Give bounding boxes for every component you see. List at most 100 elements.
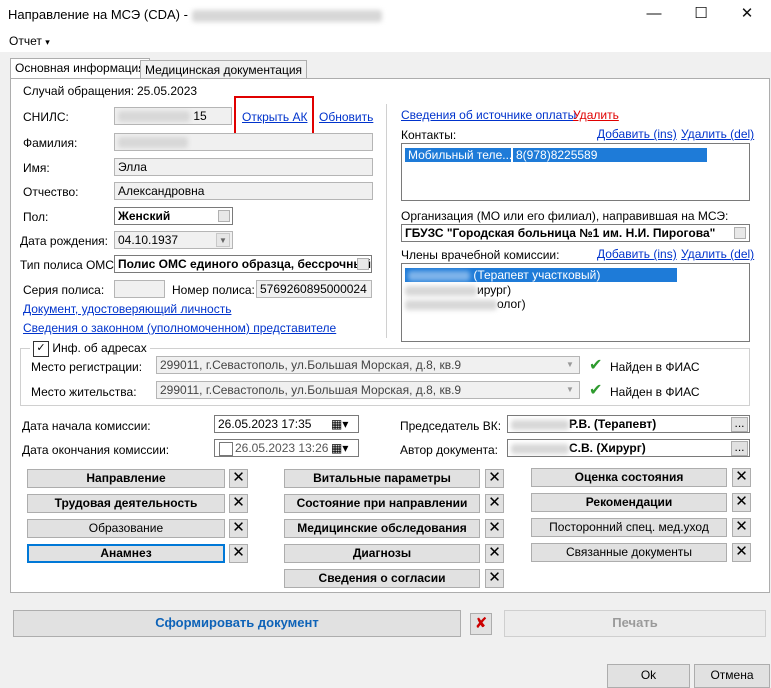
org-field[interactable]: ГБУЗС "Городская больница №1 им. Н.И. Пи… xyxy=(401,224,750,242)
commission-members-label: Члены врачебной комиссии: xyxy=(401,248,560,262)
redacted-snils xyxy=(118,111,190,123)
birth-label: Дата рождения: xyxy=(20,234,108,248)
generate-document-button[interactable]: Сформировать документ xyxy=(13,610,461,637)
close-icon[interactable]: ✕ xyxy=(732,468,751,487)
registration-field[interactable]: 299011, г.Севастополь, ул.Большая Морска… xyxy=(156,356,580,374)
menu-report[interactable]: Отчет ▾ xyxy=(9,34,50,48)
redacted-title xyxy=(191,9,382,22)
section-vitals-button[interactable]: Витальные параметры xyxy=(284,469,480,488)
close-icon[interactable]: ✕ xyxy=(229,494,248,513)
member-row[interactable]: олог) xyxy=(405,297,526,311)
gender-field[interactable]: Женский xyxy=(114,207,233,225)
org-label: Организация (МО или его филиал), направи… xyxy=(401,209,729,223)
section-direction-button[interactable]: Направление xyxy=(27,469,225,488)
ok-button[interactable]: Ok xyxy=(607,664,690,688)
close-icon[interactable]: ✕ xyxy=(229,519,248,538)
maximize-button[interactable]: ☐ xyxy=(678,0,724,30)
tab-main-info[interactable]: Основная информация xyxy=(10,58,150,79)
middlename-field[interactable]: Александровна xyxy=(114,182,373,200)
close-icon[interactable]: ✕ xyxy=(229,544,248,563)
snils-field[interactable]: 15 xyxy=(114,107,232,125)
members-delete-link[interactable]: Удалить (del) xyxy=(681,247,754,261)
calendar-icon[interactable]: ▦▾ xyxy=(331,417,348,431)
residence-field[interactable]: 299011, г.Севастополь, ул.Большая Морска… xyxy=(156,381,580,399)
close-icon[interactable]: ✕ xyxy=(732,543,751,562)
chevron-down-icon[interactable]: ▼ xyxy=(566,385,574,394)
firstname-field[interactable]: Элла xyxy=(114,158,373,176)
print-button[interactable]: Печать xyxy=(504,610,766,637)
lastname-field[interactable] xyxy=(114,133,373,151)
section-recommendations-button[interactable]: Рекомендации xyxy=(531,493,727,512)
close-icon[interactable]: ✕ xyxy=(485,519,504,538)
chair-picker-button[interactable]: ... xyxy=(731,417,748,432)
minimize-button[interactable]: — xyxy=(631,0,677,30)
section-consent-button[interactable]: Сведения о согласии xyxy=(284,569,480,588)
delete-document-icon[interactable]: ✘ xyxy=(470,613,492,635)
address-group-label: Инф. об адресах xyxy=(52,341,147,356)
address-group-header: ✓ Инф. об адресах xyxy=(30,341,150,357)
residence-label: Место жительства: xyxy=(31,385,137,399)
calendar-dropdown-icon[interactable]: ▼ xyxy=(216,233,230,247)
window-title: Направление на МСЭ (CDA) - xyxy=(8,7,382,22)
contact-type-cell[interactable]: Мобильный теле... xyxy=(405,148,511,162)
member-row[interactable]: (Терапевт участковый) xyxy=(405,268,677,282)
close-button[interactable]: ✕ xyxy=(724,0,770,30)
section-related-docs-button[interactable]: Связанные документы xyxy=(531,543,727,562)
policy-series-field[interactable] xyxy=(114,280,165,298)
section-diagnoses-button[interactable]: Диагнозы xyxy=(284,544,480,563)
author-picker-button[interactable]: ... xyxy=(731,441,748,456)
section-care-button[interactable]: Посторонний спец. мед.уход xyxy=(531,518,727,537)
close-icon[interactable]: ✕ xyxy=(485,494,504,513)
policy-type-field[interactable]: Полис ОМС единого образца, бессрочный xyxy=(114,255,372,273)
contact-value-cell[interactable]: 8(978)8225589 xyxy=(513,148,707,162)
policy-number-field[interactable]: 5769260895000024 xyxy=(256,280,372,298)
end-date-checkbox[interactable] xyxy=(219,442,233,456)
gender-picker-button[interactable] xyxy=(218,210,230,222)
section-assessment-button[interactable]: Оценка состояния xyxy=(531,468,727,487)
policy-type-picker-button[interactable] xyxy=(357,258,369,270)
redacted-lastname xyxy=(118,137,188,149)
section-education-button[interactable]: Образование xyxy=(27,519,225,538)
chevron-down-icon: ▾ xyxy=(45,37,50,47)
lastname-label: Фамилия: xyxy=(23,136,78,150)
section-anamnesis-button[interactable]: Анамнез xyxy=(27,544,225,563)
calendar-icon[interactable]: ▦▾ xyxy=(331,441,348,455)
policy-series-label: Серия полиса: xyxy=(23,283,105,297)
redacted-author xyxy=(511,443,569,454)
cancel-button[interactable]: Отмена xyxy=(694,664,770,688)
close-icon[interactable]: ✕ xyxy=(732,493,751,512)
close-icon[interactable]: ✕ xyxy=(485,544,504,563)
org-picker-button[interactable] xyxy=(734,227,746,239)
section-condition-button[interactable]: Состояние при направлении xyxy=(284,494,480,513)
author-field[interactable]: С.В. (Хирург) xyxy=(507,439,750,457)
column-divider xyxy=(386,104,387,338)
chair-field[interactable]: Р.В. (Терапевт) xyxy=(507,415,750,433)
case-label: Случай обращения: xyxy=(23,84,135,98)
middlename-label: Отчество: xyxy=(23,185,79,199)
close-icon[interactable]: ✕ xyxy=(732,518,751,537)
address-checkbox[interactable]: ✓ xyxy=(33,341,49,357)
refresh-link[interactable]: Обновить xyxy=(319,110,373,124)
contacts-delete-link[interactable]: Удалить (del) xyxy=(681,127,754,141)
payment-source-link[interactable]: Сведения об источнике оплаты xyxy=(401,108,576,122)
close-icon[interactable]: ✕ xyxy=(229,469,248,488)
contacts-add-link[interactable]: Добавить (ins) xyxy=(597,127,677,141)
id-document-link[interactable]: Документ, удостоверяющий личность xyxy=(23,302,231,316)
tab-medical-docs[interactable]: Медицинская документация xyxy=(140,60,308,78)
close-icon[interactable]: ✕ xyxy=(485,469,504,488)
representative-link[interactable]: Сведения о законном (уполномоченном) пре… xyxy=(23,321,336,335)
section-labor-button[interactable]: Трудовая деятельность xyxy=(27,494,225,513)
commission-start-label: Дата начала комиссии: xyxy=(22,419,151,433)
member-row[interactable]: ирург) xyxy=(405,283,511,297)
policy-number-label: Номер полиса: xyxy=(172,283,255,297)
gender-label: Пол: xyxy=(23,210,49,224)
open-ak-link[interactable]: Открыть АК xyxy=(242,110,307,124)
fias-status: Найден в ФИАС xyxy=(610,385,700,399)
menu-bar xyxy=(0,30,771,52)
payment-delete-link[interactable]: Удалить xyxy=(573,108,619,122)
close-icon[interactable]: ✕ xyxy=(485,569,504,588)
members-add-link[interactable]: Добавить (ins) xyxy=(597,247,677,261)
section-exams-button[interactable]: Медицинские обследования xyxy=(284,519,480,538)
chevron-down-icon[interactable]: ▼ xyxy=(566,360,574,369)
snils-label: СНИЛС: xyxy=(23,110,69,124)
